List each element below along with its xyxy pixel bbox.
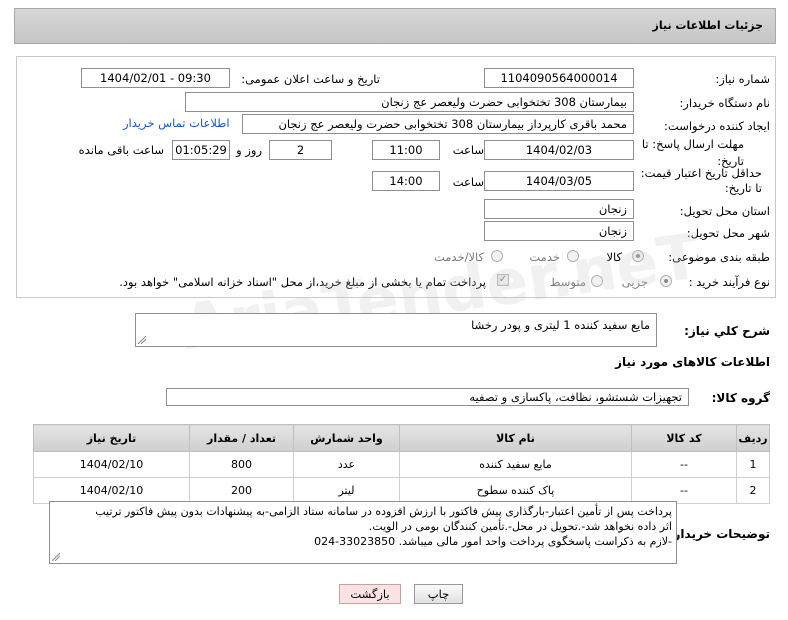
requester-label: ایجاد کننده درخواست: xyxy=(664,119,770,133)
print-button[interactable]: چاپ xyxy=(414,584,463,604)
days-label: روز و xyxy=(236,143,262,157)
buyer-contact-link[interactable]: اطلاعات تماس خریدار xyxy=(123,116,230,130)
process-radio-minor[interactable] xyxy=(660,275,672,287)
category-radio-goods-service[interactable] xyxy=(491,250,503,262)
cell-code: -- xyxy=(631,477,737,504)
page-title: جزئیات اطلاعات نیاز xyxy=(652,19,764,32)
deadline-time-field: 11:00 xyxy=(372,140,440,160)
buyer-notes-line: پرداخت پس از تأمین اعتبار-بارگذاری پیش ف… xyxy=(95,505,672,518)
city-label: شهر محل تحویل: xyxy=(686,226,770,240)
cell-quantity: 800 xyxy=(189,451,294,478)
col-name: نام کالا xyxy=(399,424,632,452)
goods-table: ردیف کد کالا نام کالا واحد شمارش تعداد /… xyxy=(33,424,770,504)
page-header: جزئیات اطلاعات نیاز xyxy=(14,8,776,44)
province-field: زنجان xyxy=(484,199,634,219)
description-textarea[interactable]: مایع سفید کننده 1 لیتری و پودر رخشا xyxy=(135,313,657,347)
category-service-label: خدمت xyxy=(529,250,560,264)
resize-grip-icon[interactable] xyxy=(138,336,146,344)
cell-name: پاک کننده سطوح xyxy=(399,477,632,504)
process-minor-label: جزیی xyxy=(621,275,648,289)
category-radio-goods[interactable] xyxy=(632,250,644,262)
buyer-notes-line: اثر داده نخواهد شد-.تحویل در محل-.تأمین … xyxy=(368,520,672,533)
buyer-notes-line: -لازم به ذکراست پاسخگوی پرداخت واحد امور… xyxy=(314,535,672,548)
table-row: 1 -- مایع سفید کننده عدد 800 1404/02/10 xyxy=(33,451,770,478)
description-label: شرح کلي نياز: xyxy=(684,324,770,338)
treasury-payment-checkbox[interactable]: ✓ xyxy=(497,274,509,286)
announce-label: تاریخ و ساعت اعلان عمومی: xyxy=(241,72,380,86)
cell-date: 1404/02/10 xyxy=(33,477,190,504)
col-date: تاریخ نیاز xyxy=(33,424,190,452)
buyer-notes-text: پرداخت پس از تأمین اعتبار-بارگذاری پیش ف… xyxy=(95,504,672,549)
description-text: مایع سفید کننده 1 لیتری و پودر رخشا xyxy=(471,318,650,332)
category-radio-service[interactable] xyxy=(567,250,579,262)
col-code: کد کالا xyxy=(631,424,737,452)
cell-code: -- xyxy=(631,451,737,478)
need-number-field: 1104090564000014 xyxy=(484,68,634,88)
goods-table-header: ردیف کد کالا نام کالا واحد شمارش تعداد /… xyxy=(33,424,770,452)
col-row: ردیف xyxy=(736,424,770,452)
buyer-notes-textarea[interactable]: پرداخت پس از تأمین اعتبار-بارگذاری پیش ف… xyxy=(49,501,677,564)
price-validity-time-field: 14:00 xyxy=(372,171,440,191)
days-field: 2 xyxy=(269,140,332,160)
goods-group-field: تجهیزات شستشو، نظافت، پاکسازی و تصفیه xyxy=(166,388,689,406)
cell-row: 1 xyxy=(736,451,770,478)
price-validity-date-field: 1404/03/05 xyxy=(484,171,634,191)
cell-unit: عدد xyxy=(293,451,400,478)
deadline-date-field: 1404/02/03 xyxy=(484,140,634,160)
cell-row: 2 xyxy=(736,477,770,504)
category-label: طبقه بندی موضوعی: xyxy=(668,250,770,264)
remaining-label: ساعت باقی مانده xyxy=(78,143,164,157)
cell-quantity: 200 xyxy=(189,477,294,504)
need-number-label: شماره نیاز: xyxy=(715,72,770,86)
announce-field: 1404/02/01 - 09:30 xyxy=(81,68,230,88)
col-unit: واحد شمارش xyxy=(293,424,400,452)
treasury-payment-note: پرداخت تمام یا بخشی از مبلغ خرید،از محل … xyxy=(119,275,486,289)
requester-field: محمد باقری کارپرداز بیمارستان 308 تختخوا… xyxy=(242,114,634,134)
goods-section-title: اطلاعات کالاهای مورد نیاز xyxy=(615,355,770,369)
cell-name: مایع سفید کننده xyxy=(399,451,632,478)
category-goods-label: کالا xyxy=(606,250,622,264)
resize-grip-icon[interactable] xyxy=(52,553,60,561)
process-label: نوع فرآیند خرید : xyxy=(688,275,770,289)
col-quantity: تعداد / مقدار xyxy=(189,424,294,452)
buyer-notes-label: توضیحات خریدار: xyxy=(668,527,770,541)
price-validity-label: حداقل تاریخ اعتبار قیمت: تا تاریخ: xyxy=(640,166,762,195)
table-row: 2 -- پاک کننده سطوح لیتر 200 1404/02/10 xyxy=(33,477,770,504)
cell-date: 1404/02/10 xyxy=(33,451,190,478)
province-label: استان محل تحویل: xyxy=(679,204,770,218)
cell-unit: لیتر xyxy=(293,477,400,504)
process-medium-label: متوسط xyxy=(549,275,586,289)
category-goods-service-label: کالا/خدمت xyxy=(433,250,484,264)
back-button[interactable]: بازگشت xyxy=(339,584,401,604)
buyer-org-label: نام دستگاه خریدار: xyxy=(679,96,770,110)
process-radio-medium[interactable] xyxy=(591,275,603,287)
remaining-time-field: 01:05:29 xyxy=(172,140,230,160)
city-field: زنجان xyxy=(484,221,634,241)
buyer-org-field: بیمارستان 308 تختخوابی حضرت ولیعصر عج زن… xyxy=(185,92,634,112)
goods-group-label: گروه کالا: xyxy=(711,391,770,405)
deadline-time-label: ساعت xyxy=(452,143,484,157)
price-validity-time-label: ساعت xyxy=(452,175,484,189)
